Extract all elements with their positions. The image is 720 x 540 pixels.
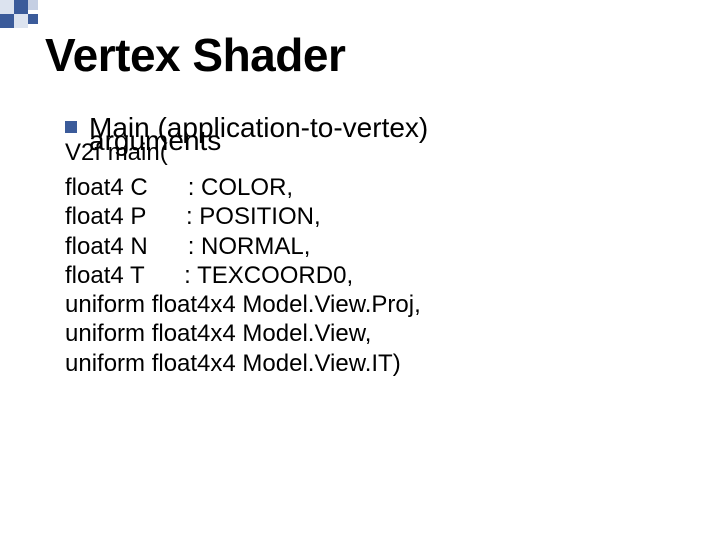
code-block: float4 C : COLOR, float4 P : POSITION, f… <box>65 173 675 378</box>
code-line: uniform float4x4 Model.View.IT) <box>65 349 675 378</box>
code-line: float4 C : COLOR, <box>65 173 675 202</box>
deco-square <box>14 0 28 14</box>
overlap-row: arguments V2f main( <box>65 139 675 173</box>
slide-body: Main (application-to-vertex) arguments V… <box>45 110 675 378</box>
deco-square <box>0 14 14 28</box>
arguments-text: arguments <box>89 125 221 157</box>
bullet-icon <box>65 121 77 133</box>
slide-content: Vertex Shader Main (application-to-verte… <box>0 0 720 378</box>
code-line: uniform float4x4 Model.View, <box>65 319 675 348</box>
code-line: uniform float4x4 Model.View.Proj, <box>65 290 675 319</box>
code-line: float4 N : NORMAL, <box>65 232 675 261</box>
code-line: float4 P : POSITION, <box>65 202 675 231</box>
slide-title: Vertex Shader <box>45 28 675 82</box>
deco-square <box>0 0 14 14</box>
deco-square <box>28 0 38 10</box>
deco-square <box>28 14 38 24</box>
deco-square <box>14 14 28 28</box>
code-line: float4 T : TEXCOORD0, <box>65 261 675 290</box>
corner-decoration <box>0 0 50 30</box>
